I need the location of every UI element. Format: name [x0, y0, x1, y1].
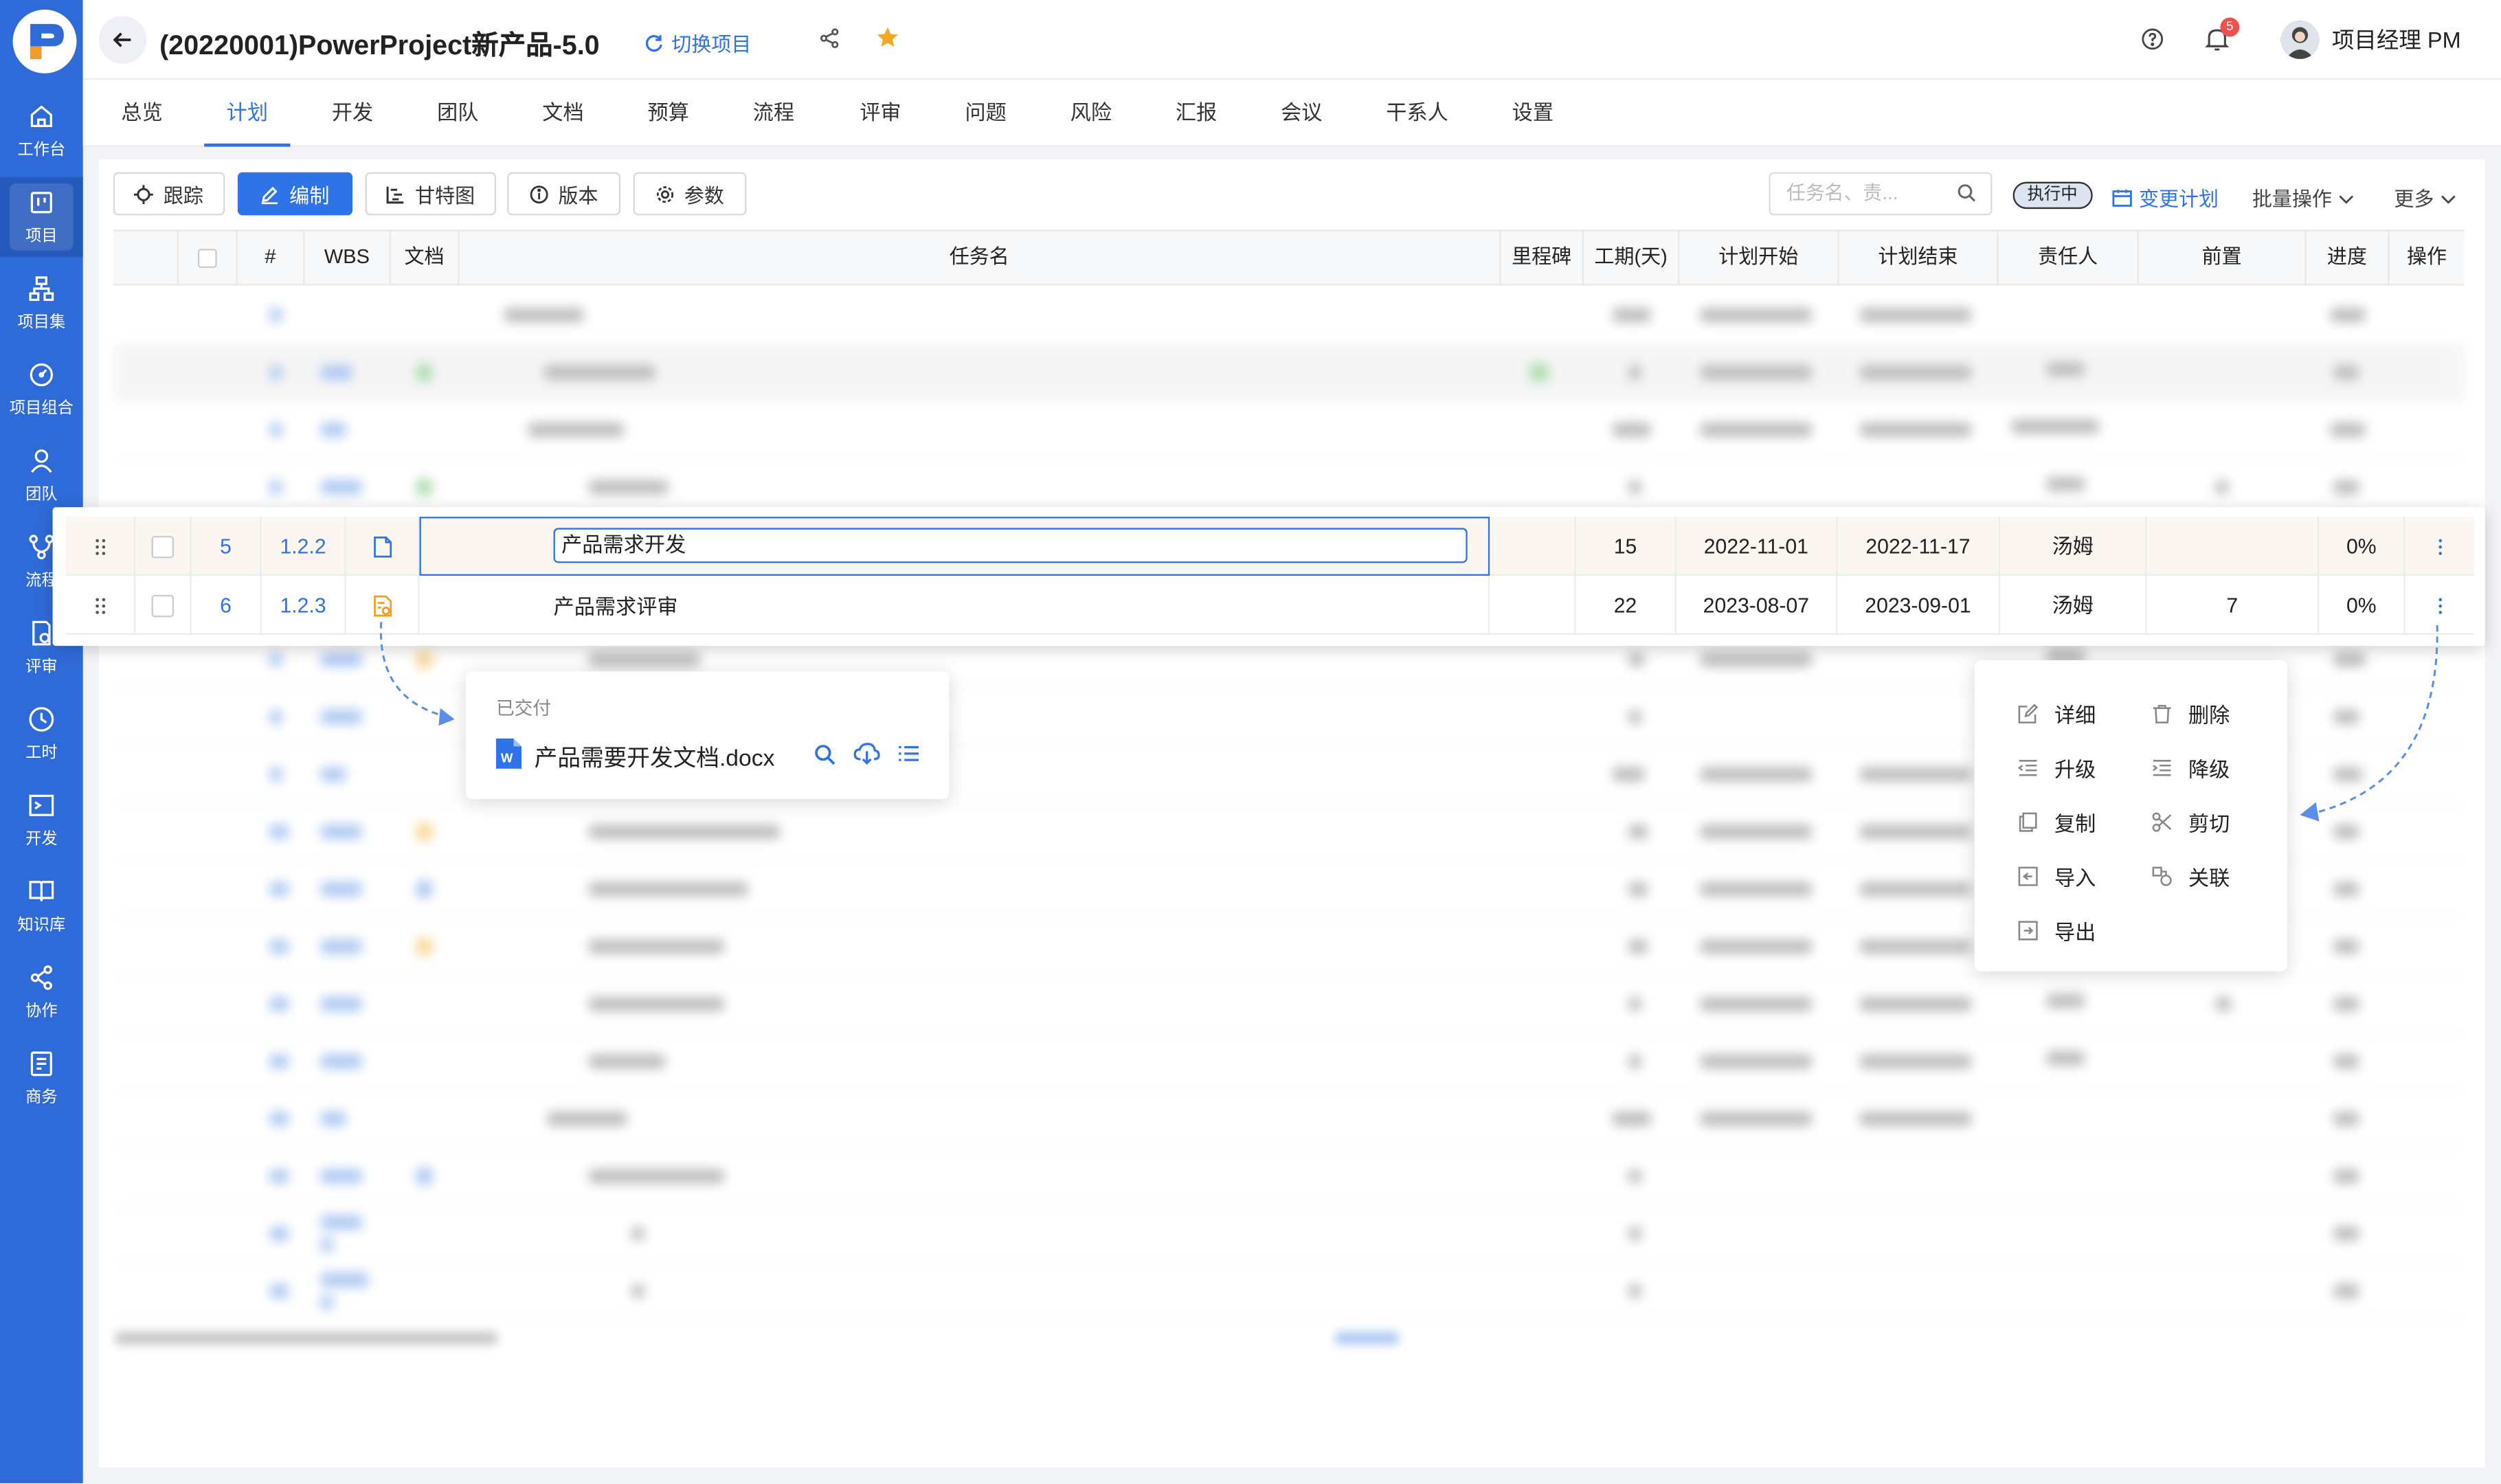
menu-label: 导入 [2054, 866, 2096, 890]
menu-item-copy[interactable]: 复制 [2018, 807, 2096, 837]
menu-label: 删除 [2188, 703, 2230, 728]
menu-item-detail[interactable]: 详细 [2018, 699, 2096, 729]
export-icon [2018, 921, 2038, 941]
word-file-icon: W [495, 738, 522, 769]
cloud-download-icon[interactable] [853, 741, 880, 765]
sidebar-label: 项目 [25, 227, 58, 246]
menu-label: 升级 [2054, 757, 2096, 782]
project-icon [30, 192, 52, 214]
menu-item-import[interactable]: 导入 [2018, 862, 2096, 892]
menu-label: 详细 [2054, 703, 2096, 728]
menu-label: 复制 [2054, 811, 2096, 836]
link-icon [2152, 866, 2172, 886]
menu-label: 关联 [2188, 866, 2230, 890]
search-icon[interactable] [814, 743, 835, 765]
document-popover: 已交付 W 产品需要开发文档.docx [465, 671, 950, 800]
menu-label: 剪切 [2188, 811, 2230, 836]
menu-label: 降级 [2188, 757, 2230, 782]
menu-item-outdent[interactable]: 升级 [2017, 753, 2096, 783]
outdent-icon [2017, 760, 2037, 776]
row-context-menu: 详细 删除 升级 降级 复制 剪切 导入 关联 导出 [1974, 660, 2287, 971]
menu-item-export[interactable]: 导出 [2018, 915, 2096, 945]
indent-icon [2153, 760, 2171, 776]
menu-item-delete[interactable]: 删除 [2152, 699, 2230, 729]
doc-filename[interactable]: 产品需要开发文档.docx [535, 740, 775, 774]
menu-item-cut[interactable]: 剪切 [2152, 807, 2230, 837]
menu-label: 导出 [2054, 920, 2096, 945]
copy-icon [2019, 812, 2037, 832]
svg-text:W: W [501, 751, 513, 765]
import-icon [2018, 866, 2038, 886]
list-icon[interactable] [898, 745, 919, 763]
doc-status: 已交付 [495, 700, 552, 719]
scissors-icon [2152, 812, 2172, 832]
menu-item-link[interactable]: 关联 [2152, 862, 2230, 892]
trash-icon [2153, 704, 2171, 723]
edit-icon [2018, 704, 2039, 723]
menu-item-indent[interactable]: 降级 [2152, 753, 2230, 783]
